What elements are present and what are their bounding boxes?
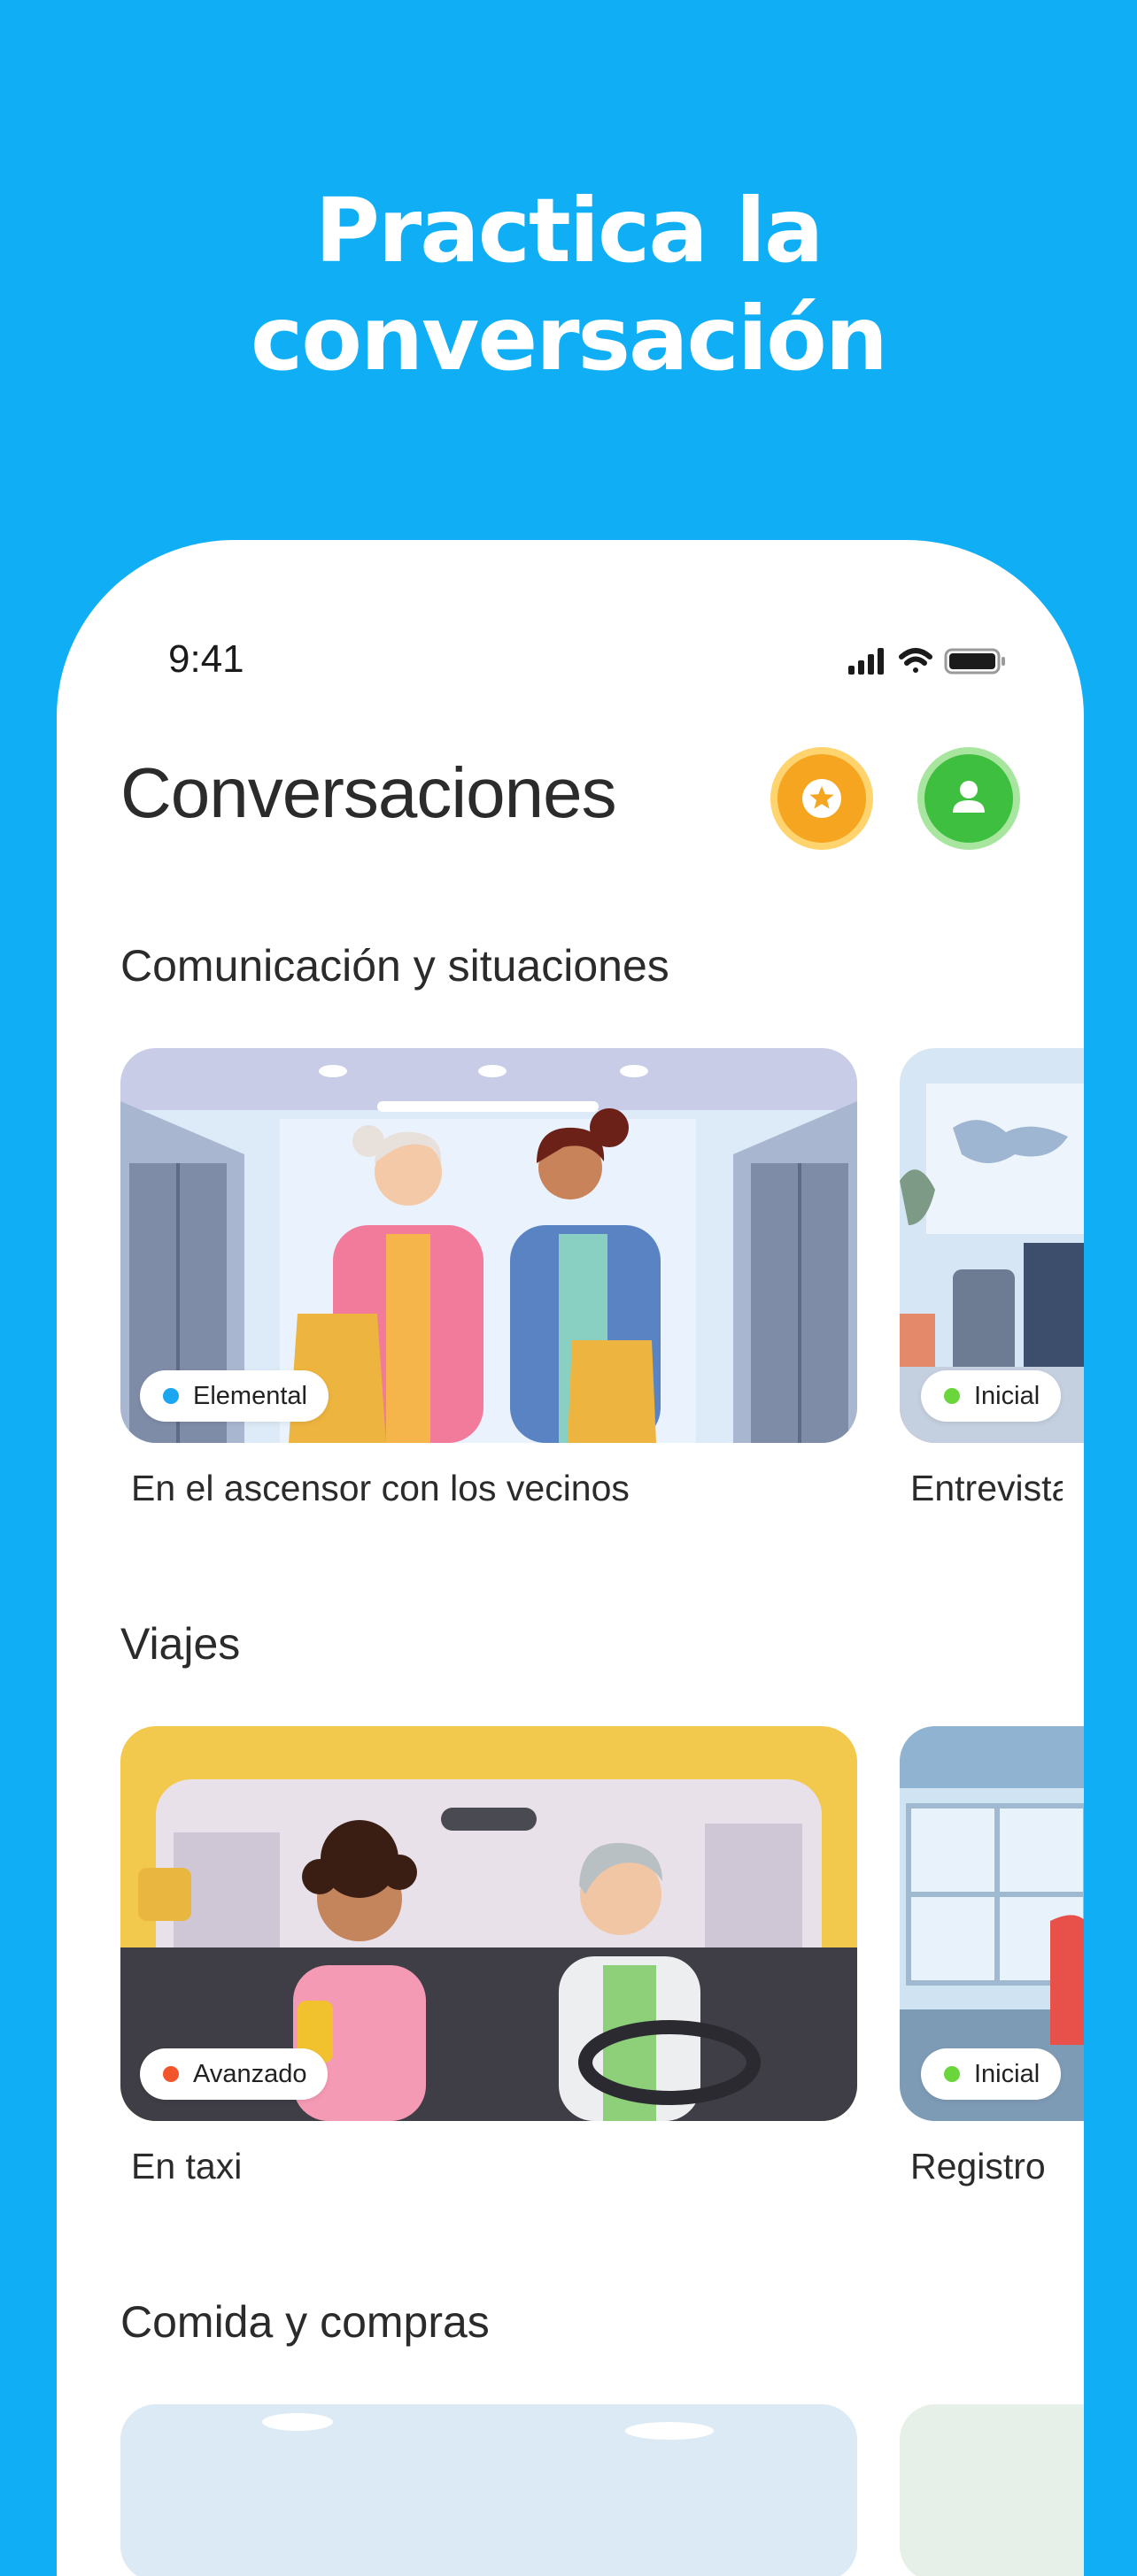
phone-frame: 9:41 Conversaciones Comunicación y situa… — [57, 540, 1084, 2576]
section-title-food: Comida y compras — [120, 2297, 490, 2347]
level-badge: Inicial — [921, 1370, 1062, 1422]
card-check-in[interactable]: Inicial — [900, 1726, 1084, 2121]
card-title-check-in[interactable]: Registro — [910, 2146, 1046, 2187]
card-title-row-clip: Registro — [57, 2139, 1063, 2192]
wifi-icon — [899, 648, 932, 673]
card-title-row-clip: Entrevista — [57, 1461, 1063, 1514]
food-illustration — [120, 2404, 857, 2576]
card-interview[interactable]: Inicial — [900, 1048, 1084, 1443]
headline-line-2: conversación — [251, 287, 888, 390]
level-dot — [163, 2066, 179, 2082]
battery-icon — [944, 648, 1005, 675]
level-badge: Avanzado — [140, 2048, 329, 2100]
food-illustration — [900, 2404, 1084, 2576]
star-icon — [802, 779, 841, 818]
card-food[interactable] — [120, 2404, 857, 2576]
section-title-travel: Viajes — [120, 1619, 241, 1669]
card-food-2[interactable] — [900, 2404, 1084, 2576]
level-dot — [944, 1388, 960, 1404]
level-label: Inicial — [974, 1382, 1040, 1410]
level-badge: Inicial — [921, 2048, 1062, 2100]
card-title-interview[interactable]: Entrevista — [910, 1468, 1063, 1509]
level-label: Avanzado — [193, 2060, 307, 2088]
level-label: Elemental — [193, 1382, 307, 1410]
level-label: Inicial — [974, 2060, 1040, 2088]
signal-icon — [848, 648, 884, 675]
section-title-communication: Comunicación y situaciones — [120, 941, 669, 991]
card-elevator[interactable]: Elemental — [120, 1048, 857, 1443]
favorites-button[interactable] — [770, 747, 873, 850]
page-title: Conversaciones — [120, 753, 617, 832]
card-taxi[interactable]: Avanzado — [120, 1726, 857, 2121]
headline-line-1: Practica la — [314, 179, 824, 282]
user-icon — [953, 781, 985, 813]
level-dot — [944, 2066, 960, 2082]
status-time: 9:41 — [168, 637, 244, 681]
status-icons — [848, 648, 1005, 675]
promo-headline: Practica la conversación — [0, 177, 1137, 393]
profile-button[interactable] — [917, 747, 1020, 850]
level-badge: Elemental — [140, 1370, 329, 1422]
level-dot — [163, 1388, 179, 1404]
